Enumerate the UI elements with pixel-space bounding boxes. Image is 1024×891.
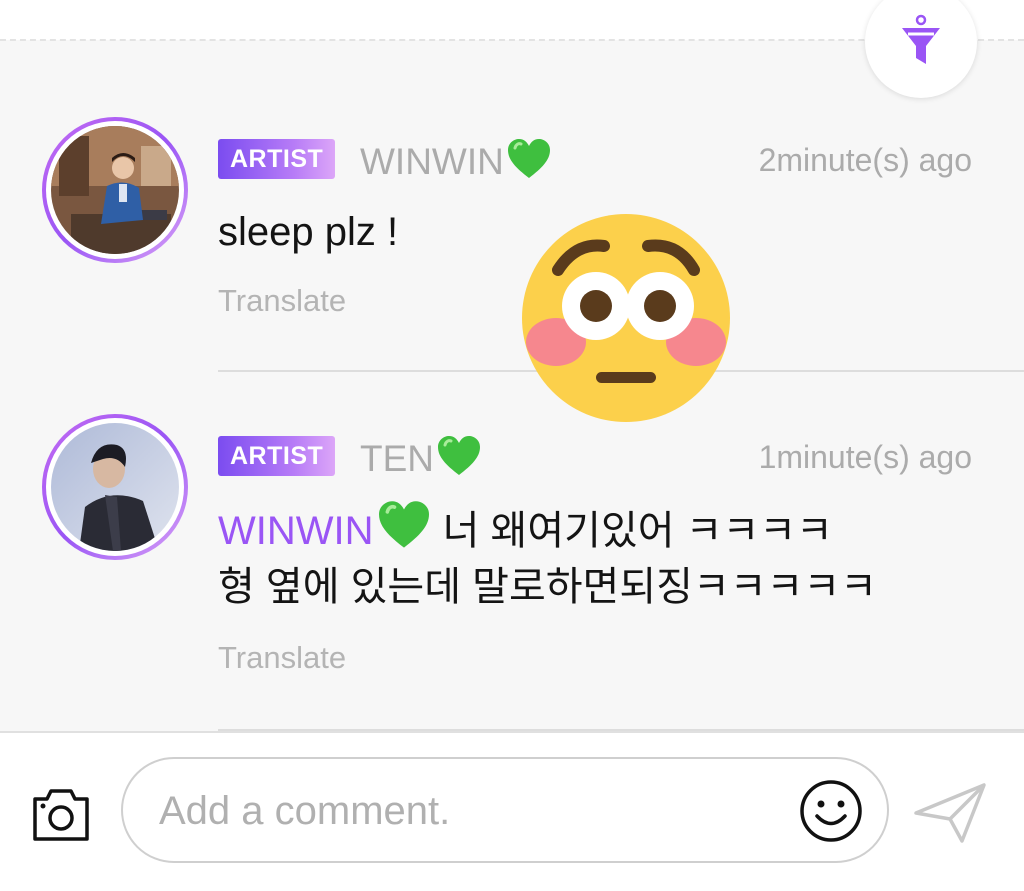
send-icon	[914, 783, 986, 843]
artist-badge: ARTIST	[218, 436, 336, 476]
emoji-button[interactable]	[799, 779, 863, 843]
camera-button[interactable]	[31, 787, 91, 843]
author-name[interactable]: WINWIN	[360, 138, 552, 184]
comment-text: sleep plz !	[218, 210, 399, 254]
translate-link[interactable]: Translate	[218, 638, 346, 678]
timestamp: 1minute(s) ago	[758, 439, 972, 475]
avatar[interactable]	[42, 117, 188, 263]
comment-input-wrapper	[121, 757, 889, 863]
mention-link[interactable]: WINWIN	[218, 501, 432, 553]
filter-button[interactable]	[865, 0, 977, 98]
send-button[interactable]	[912, 781, 988, 845]
author-label: TEN	[360, 438, 434, 479]
avatar-photo	[51, 126, 179, 254]
translate-link[interactable]: Translate	[218, 281, 346, 321]
mention-label: WINWIN	[218, 509, 374, 553]
avatar[interactable]	[42, 414, 188, 560]
filter-funnel-icon	[902, 14, 940, 64]
green-heart-emoji	[378, 501, 429, 548]
author-label: WINWIN	[360, 141, 504, 182]
artist-badge: ARTIST	[218, 139, 336, 179]
author-name[interactable]: TEN	[360, 435, 482, 481]
comment-text-line1: WINWIN 너 왜여기있어 ㅋㅋㅋㅋ	[218, 500, 833, 560]
comment-composer	[0, 731, 1024, 891]
flushed-face-emoji	[522, 214, 730, 422]
smile-icon	[800, 780, 862, 842]
camera-icon	[33, 789, 89, 841]
avatar-photo	[51, 423, 179, 551]
comment-text: 너 왜여기있어 ㅋㅋㅋㅋ	[431, 509, 833, 553]
comment-input[interactable]	[159, 784, 759, 838]
green-heart-emoji	[438, 436, 480, 475]
green-heart-emoji	[507, 139, 550, 178]
comment-text-line2: 형 옆에 있는데 말로하면되징ㅋㅋㅋㅋㅋ	[218, 565, 877, 609]
timestamp: 2minute(s) ago	[758, 142, 972, 178]
